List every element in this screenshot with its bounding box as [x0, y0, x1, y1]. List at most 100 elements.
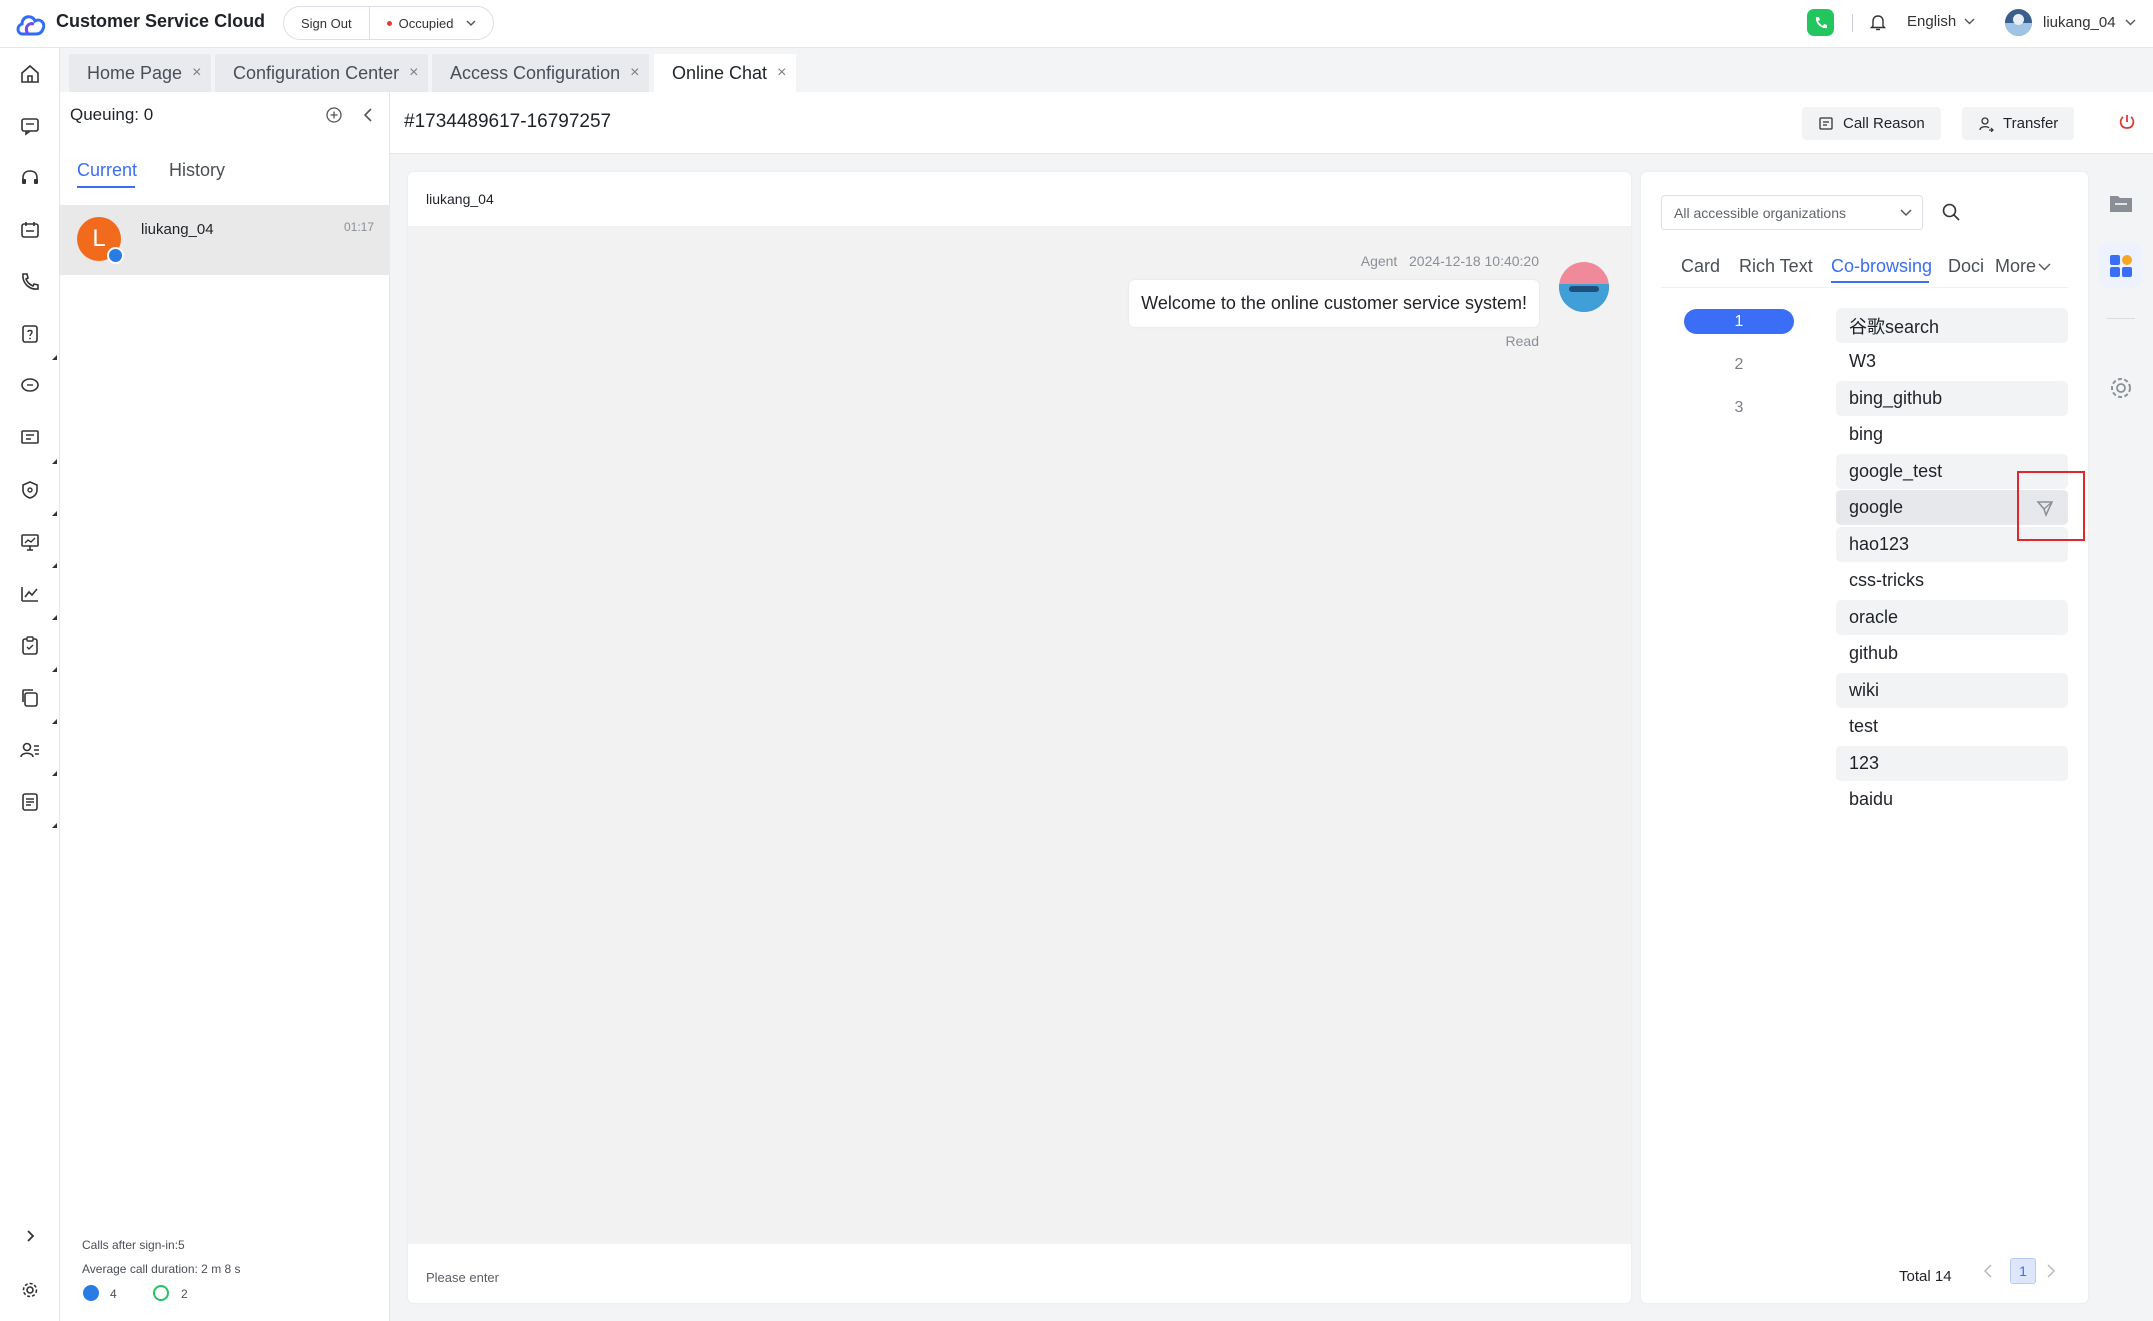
collapse-chevron-icon[interactable] [360, 106, 376, 124]
chat-icon[interactable] [18, 114, 42, 138]
bell-icon[interactable] [1869, 13, 1887, 32]
cobrowse-item[interactable]: test [1836, 709, 2068, 744]
phone-call-icon[interactable] [18, 270, 42, 294]
message-input[interactable]: Please enter [426, 1270, 499, 1285]
active-subtab-indicator [77, 186, 135, 188]
chat-customer-name: liukang_04 [426, 191, 494, 207]
cobrowse-item[interactable]: css-tricks [1836, 563, 2068, 598]
calendar-icon[interactable] [18, 218, 42, 242]
help-document-icon[interactable] [18, 322, 42, 346]
clipboard-icon[interactable] [18, 634, 42, 658]
number-item-2[interactable]: 2 [1684, 352, 1794, 377]
tab-rich-text[interactable]: Rich Text [1739, 256, 1813, 277]
settings-gear-icon[interactable] [18, 1278, 42, 1302]
prev-page-icon[interactable] [1983, 1263, 1993, 1279]
tab-co-browsing[interactable]: Co-browsing [1831, 256, 1932, 277]
chat-window: liukang_04 Agent 2024-12-18 10:40:20 Wel… [408, 172, 1631, 1303]
cobrowse-item[interactable]: 谷歌search [1836, 308, 2068, 343]
conversation-item[interactable]: L liukang_04 01:17 [60, 205, 390, 275]
agent-status-group: Sign Out Occupied [283, 6, 494, 40]
cobrowse-item[interactable]: 123 [1836, 746, 2068, 781]
phone-button[interactable] [1807, 9, 1834, 36]
tab-bar: Home Page × Configuration Center × Access … [60, 48, 2153, 92]
note-icon [1819, 116, 1833, 130]
language-dropdown[interactable]: English [1907, 13, 1975, 30]
agent-avatar [1559, 262, 1609, 312]
search-icon[interactable] [1941, 202, 1961, 222]
cobrowse-item[interactable]: W3 [1836, 344, 2068, 379]
copy-pages-icon[interactable] [18, 686, 42, 710]
tab-card[interactable]: Card [1681, 256, 1720, 277]
apps-tab[interactable] [2099, 244, 2143, 288]
tab-configuration-center[interactable]: Configuration Center × [215, 54, 429, 92]
call-reason-button[interactable]: Call Reason [1802, 107, 1941, 140]
top-bar: Customer Service Cloud Sign Out Occupied… [0, 0, 2153, 48]
next-page-icon[interactable] [2046, 1263, 2056, 1279]
add-circle-icon[interactable] [325, 106, 343, 124]
tab-access-configuration[interactable]: Access Configuration × [432, 54, 650, 92]
tab-doc[interactable]: Doci [1948, 256, 1984, 277]
read-receipt: Read [1505, 333, 1539, 349]
cobrowse-item[interactable]: bing [1836, 417, 2068, 452]
tab-more[interactable]: More [1995, 256, 2051, 277]
number-item-1[interactable]: 1 [1684, 309, 1794, 334]
monitor-chart-icon[interactable] [18, 530, 42, 554]
status-dropdown[interactable]: Occupied [370, 7, 493, 39]
tab-label: Home Page [87, 62, 183, 83]
tab-label: Access Configuration [450, 62, 621, 83]
close-icon[interactable]: × [409, 64, 418, 82]
message-bubble-icon[interactable] [18, 374, 42, 398]
cobrowse-item[interactable]: baidu [1836, 782, 2068, 817]
settings-gear-icon[interactable] [2107, 374, 2135, 402]
status-dot-icon [386, 20, 392, 26]
left-nav-rail [0, 48, 60, 1321]
cobrowse-item[interactable]: github [1836, 636, 2068, 671]
message-area: Agent 2024-12-18 10:40:20 Welcome to the… [408, 227, 1631, 1244]
number-item-3[interactable]: 3 [1684, 395, 1794, 420]
cobrowse-item-label: google [1849, 497, 1904, 517]
expand-chevron-icon[interactable] [18, 1224, 42, 1248]
average-call-duration: Average call duration: 2 m 8 s [82, 1262, 241, 1276]
comment-list-icon[interactable] [18, 426, 42, 450]
headset-icon[interactable] [18, 166, 42, 190]
message-timestamp: 2024-12-18 10:40:20 [1409, 253, 1539, 269]
shield-icon[interactable] [18, 478, 42, 502]
cobrowse-item[interactable]: bing_github [1836, 381, 2068, 416]
chevron-down-icon [2125, 19, 2136, 26]
user-list-icon[interactable] [18, 738, 42, 762]
channel-badge-icon [107, 247, 124, 264]
chat-header: liukang_04 [408, 172, 1631, 227]
subtab-current[interactable]: Current [77, 160, 137, 181]
close-icon[interactable]: × [630, 64, 639, 82]
cobrowse-item[interactable]: oracle [1836, 600, 2068, 635]
chat-channel-count: 4 [110, 1287, 117, 1301]
chat-channel-icon [83, 1285, 99, 1301]
sign-out-button[interactable]: Sign Out [284, 7, 369, 39]
organization-select-value: All accessible organizations [1674, 204, 1846, 221]
page-number[interactable]: 1 [2010, 1258, 2036, 1284]
user-avatar [2005, 9, 2032, 36]
document-icon[interactable] [18, 790, 42, 814]
tab-home-page[interactable]: Home Page × [69, 54, 212, 92]
session-id: #1734489617-16797257 [404, 111, 612, 132]
close-icon[interactable]: × [777, 64, 786, 82]
organization-select[interactable]: All accessible organizations [1661, 195, 1923, 230]
tab-online-chat[interactable]: Online Chat × [654, 54, 797, 92]
folder-icon[interactable] [2107, 189, 2135, 217]
message-bubble: Welcome to the online customer service s… [1129, 280, 1539, 327]
close-icon[interactable]: × [192, 64, 201, 82]
session-header: #1734489617-16797257 Call Reason Transfe… [390, 92, 2153, 154]
cobrowse-item[interactable]: wiki [1836, 673, 2068, 708]
user-menu[interactable]: liukang_04 [2005, 9, 2136, 36]
subtab-history[interactable]: History [169, 160, 225, 181]
status-label: Occupied [398, 15, 454, 31]
home-icon[interactable] [18, 62, 42, 86]
user-name: liukang_04 [2043, 14, 2116, 31]
chevron-down-icon [466, 20, 476, 26]
transfer-button[interactable]: Transfer [1962, 107, 2075, 140]
analytics-icon[interactable] [18, 582, 42, 606]
call-reason-label: Call Reason [1843, 115, 1925, 132]
tab-label: Online Chat [672, 62, 768, 83]
brand-title: Customer Service Cloud [56, 11, 266, 31]
end-session-power-icon[interactable] [2117, 112, 2137, 132]
